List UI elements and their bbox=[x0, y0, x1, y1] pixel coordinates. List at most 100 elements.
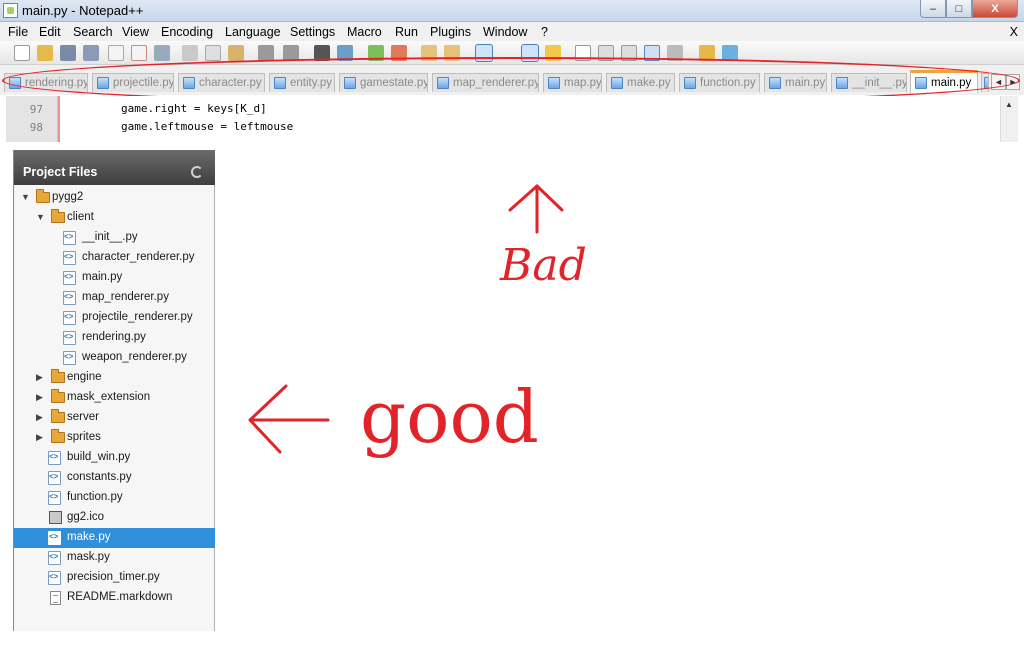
tab-rendering[interactable]: rendering.py bbox=[4, 73, 88, 92]
tab-scroll-right-button[interactable]: ► bbox=[1006, 74, 1020, 90]
cut-icon[interactable] bbox=[182, 45, 198, 61]
replace-icon[interactable] bbox=[337, 45, 353, 61]
menu-file[interactable]: File bbox=[8, 25, 28, 39]
tree-file[interactable]: precision_timer.py bbox=[14, 568, 215, 588]
menu-help[interactable]: ? bbox=[541, 25, 548, 39]
tree-folder-sprites[interactable]: ▶ sprites bbox=[14, 428, 215, 448]
spell-check-icon[interactable] bbox=[722, 45, 738, 61]
tab-label: make.py bbox=[627, 77, 671, 89]
menu-plugins[interactable]: Plugins bbox=[430, 25, 471, 39]
tree-file[interactable]: build_win.py bbox=[14, 448, 215, 468]
tree-file[interactable]: README.markdown bbox=[14, 588, 215, 608]
expand-arrow-icon[interactable]: ▶ bbox=[36, 432, 43, 443]
vertical-scrollbar[interactable]: ▲ bbox=[1000, 96, 1018, 142]
menu-run[interactable]: Run bbox=[395, 25, 418, 39]
expand-arrow-icon[interactable]: ▶ bbox=[36, 412, 43, 423]
save-icon[interactable] bbox=[60, 45, 76, 61]
tree-folder-server[interactable]: ▶ server bbox=[14, 408, 215, 428]
record-macro-icon[interactable] bbox=[575, 45, 591, 61]
print-icon[interactable] bbox=[154, 45, 170, 61]
tab-projectile[interactable]: projectile.py bbox=[92, 73, 174, 92]
close-window-button[interactable]: X bbox=[972, 0, 1018, 18]
close-all-icon[interactable] bbox=[131, 45, 147, 61]
code-line[interactable]: game.right = keys[K_d] bbox=[121, 102, 267, 115]
paste-icon[interactable] bbox=[228, 45, 244, 61]
tree-file[interactable]: constants.py bbox=[14, 468, 215, 488]
tree-file-selected[interactable]: make.py bbox=[14, 528, 215, 548]
tree-file[interactable]: function.py bbox=[14, 488, 215, 508]
tree-file[interactable]: map_renderer.py bbox=[14, 288, 215, 308]
tree-file[interactable]: main.py bbox=[14, 268, 215, 288]
doc-map-icon[interactable] bbox=[545, 45, 561, 61]
plugin-icon[interactable] bbox=[699, 45, 715, 61]
refresh-icon[interactable] bbox=[191, 166, 203, 178]
zoom-in-icon[interactable] bbox=[368, 45, 384, 61]
menu-macro[interactable]: Macro bbox=[347, 25, 382, 39]
tree-item-label: precision_timer.py bbox=[67, 571, 160, 583]
tab-make[interactable]: make.py bbox=[606, 73, 675, 92]
zoom-out-icon[interactable] bbox=[391, 45, 407, 61]
copy-icon[interactable] bbox=[205, 45, 221, 61]
tree-file[interactable]: mask.py bbox=[14, 548, 215, 568]
menu-window[interactable]: Window bbox=[483, 25, 527, 39]
tree-file[interactable]: rendering.py bbox=[14, 328, 215, 348]
tree-folder-engine[interactable]: ▶ engine bbox=[14, 368, 215, 388]
tab-function[interactable]: function.py bbox=[679, 73, 760, 92]
show-all-chars-icon[interactable] bbox=[499, 45, 515, 61]
code-line[interactable]: game.leftmouse = leftmouse bbox=[121, 120, 293, 133]
menu-settings[interactable]: Settings bbox=[290, 25, 335, 39]
tree-file[interactable]: character_renderer.py bbox=[14, 248, 215, 268]
menu-language[interactable]: Language bbox=[225, 25, 281, 39]
menu-encoding[interactable]: Encoding bbox=[161, 25, 213, 39]
expand-arrow-icon[interactable]: ▶ bbox=[36, 372, 43, 383]
tab-entity[interactable]: entity.py bbox=[269, 73, 335, 92]
tree-file[interactable]: __init__.py bbox=[14, 228, 215, 248]
tree-folder-client[interactable]: ▼ client bbox=[14, 208, 215, 228]
open-file-icon[interactable] bbox=[37, 45, 53, 61]
tree-folder-pygg2[interactable]: ▼ pygg2 bbox=[14, 188, 215, 208]
minimize-button[interactable]: – bbox=[920, 0, 946, 18]
folder-icon bbox=[51, 369, 65, 383]
find-icon[interactable] bbox=[314, 45, 330, 61]
play-macro-icon[interactable] bbox=[621, 45, 637, 61]
menu-view[interactable]: View bbox=[122, 25, 149, 39]
scroll-up-arrow-icon[interactable]: ▲ bbox=[1005, 100, 1013, 109]
tree-file[interactable]: gg2.ico bbox=[14, 508, 215, 528]
tab-character[interactable]: character.py bbox=[178, 73, 265, 92]
tab-gamestate[interactable]: gamestate.py bbox=[339, 73, 428, 92]
expand-arrow-icon[interactable]: ▼ bbox=[21, 192, 30, 202]
stop-macro-icon[interactable] bbox=[598, 45, 614, 61]
new-file-icon[interactable] bbox=[14, 45, 30, 61]
tab-scroll-left-button[interactable]: ◄ bbox=[991, 74, 1006, 90]
menu-search[interactable]: Search bbox=[73, 25, 113, 39]
run-macro-multiple-icon[interactable] bbox=[644, 45, 660, 61]
tab-init[interactable]: __init__.py bbox=[831, 73, 907, 92]
tab-overflow[interactable] bbox=[981, 73, 989, 92]
maximize-button[interactable]: □ bbox=[946, 0, 972, 18]
file-icon bbox=[548, 77, 560, 89]
tab-main[interactable]: main.py bbox=[764, 73, 827, 92]
notepadpp-app-icon[interactable] bbox=[3, 3, 18, 18]
indent-guide-icon[interactable] bbox=[521, 44, 539, 62]
tab-main-active[interactable]: main.py bbox=[910, 70, 978, 93]
sync-vertical-icon[interactable] bbox=[421, 45, 437, 61]
undo-icon[interactable] bbox=[258, 45, 274, 61]
tree-item-label: __init__.py bbox=[82, 231, 138, 243]
tree-file[interactable]: projectile_renderer.py bbox=[14, 308, 215, 328]
save-macro-icon[interactable] bbox=[667, 45, 683, 61]
tab-map[interactable]: map.py bbox=[543, 73, 602, 92]
save-all-icon[interactable] bbox=[83, 45, 99, 61]
tab-map-renderer[interactable]: map_renderer.py bbox=[432, 73, 539, 92]
word-wrap-icon[interactable] bbox=[475, 44, 493, 62]
expand-arrow-icon[interactable]: ▶ bbox=[36, 392, 43, 403]
folder-icon bbox=[51, 389, 65, 403]
tree-folder-mask-extension[interactable]: ▶ mask_extension bbox=[14, 388, 215, 408]
menu-edit[interactable]: Edit bbox=[39, 25, 61, 39]
close-document-button[interactable]: X bbox=[1010, 25, 1018, 39]
code-editor[interactable]: 97 98 game.right = keys[K_d] game.leftmo… bbox=[0, 96, 1024, 142]
redo-icon[interactable] bbox=[283, 45, 299, 61]
tree-file[interactable]: weapon_renderer.py bbox=[14, 348, 215, 368]
expand-arrow-icon[interactable]: ▼ bbox=[36, 212, 45, 222]
close-icon[interactable] bbox=[108, 45, 124, 61]
sync-horizontal-icon[interactable] bbox=[444, 45, 460, 61]
